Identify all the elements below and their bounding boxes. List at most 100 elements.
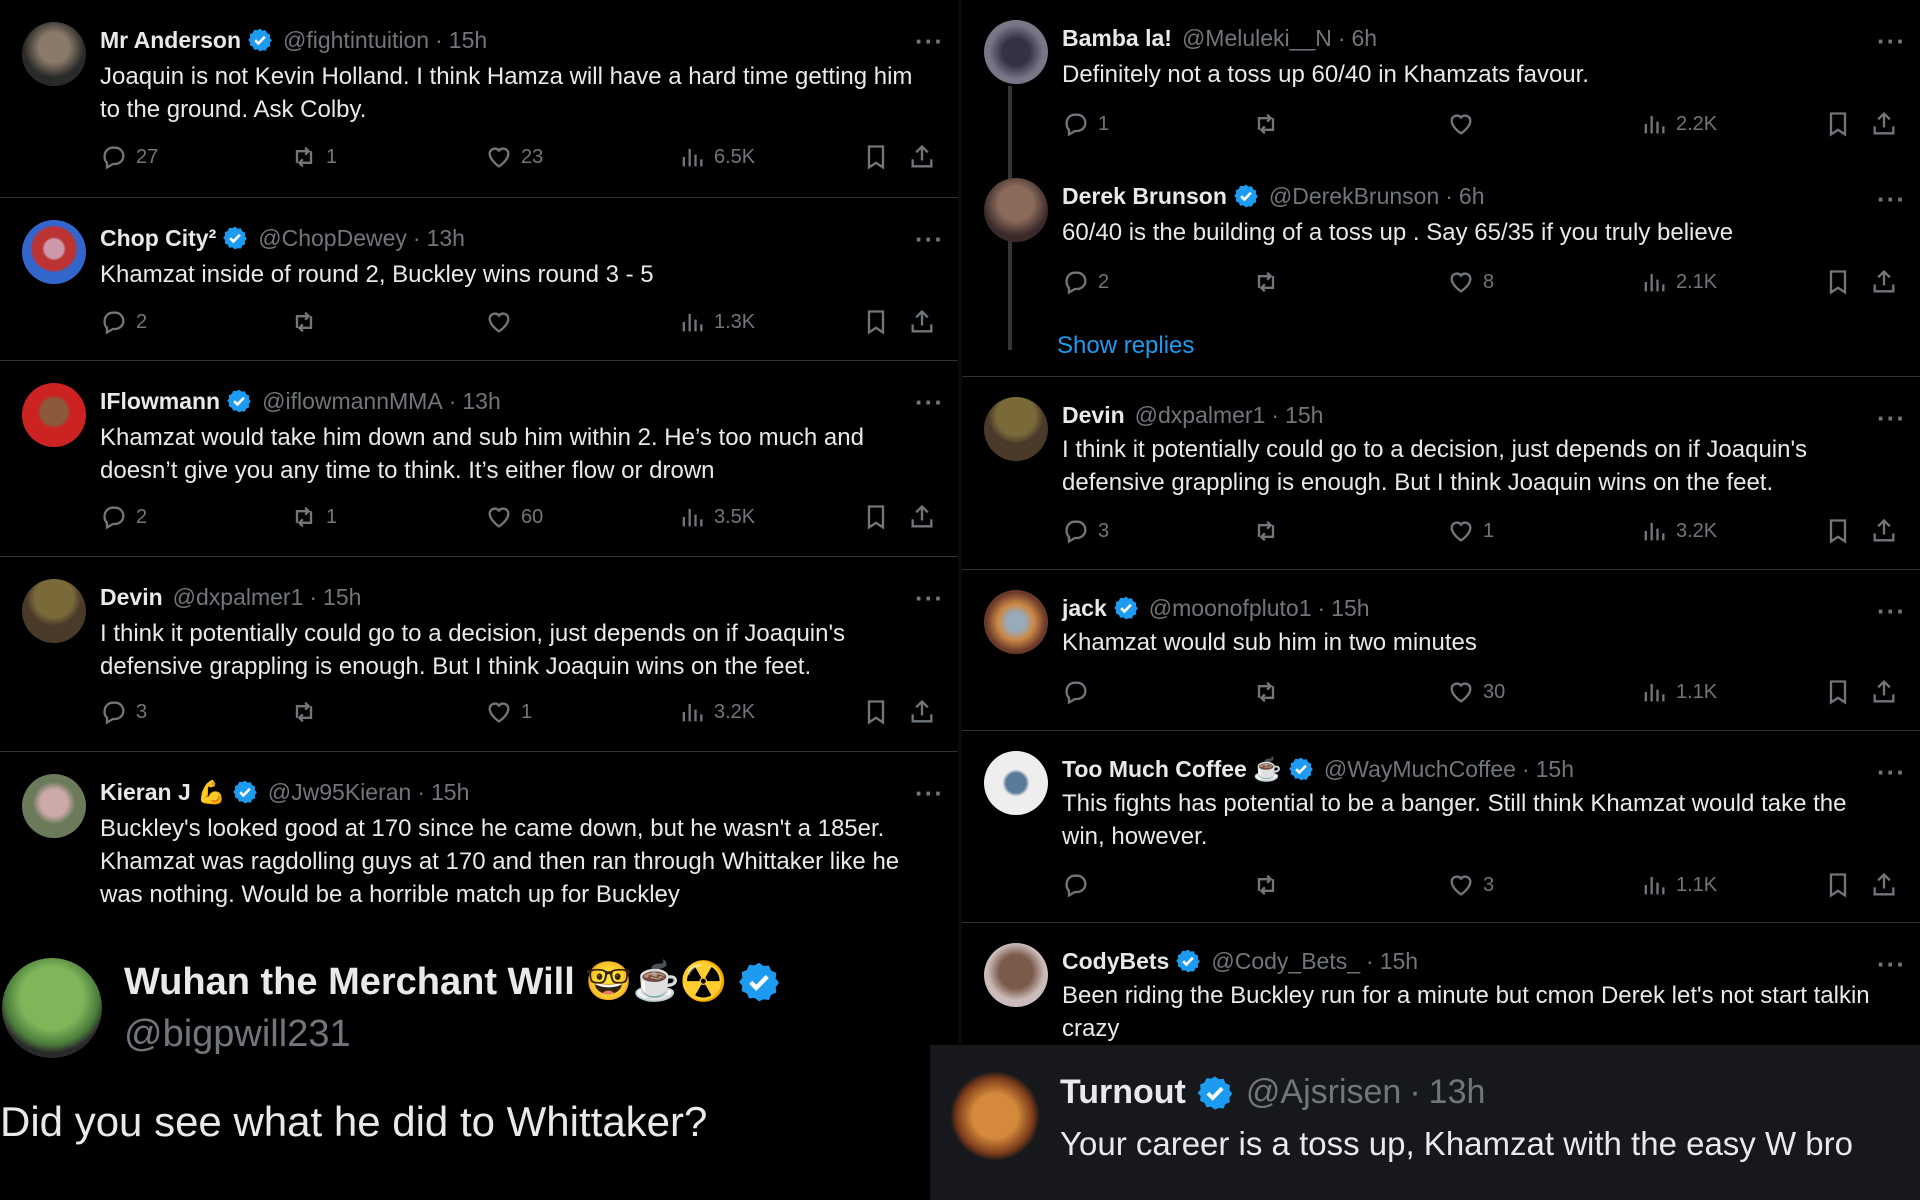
more-options-icon[interactable]: ···	[1877, 949, 1906, 980]
share-button[interactable]	[908, 503, 944, 531]
like-button[interactable]: 30	[1447, 678, 1505, 706]
views-button[interactable]: 1.1K	[1640, 871, 1717, 899]
author-name[interactable]: Turnout	[1060, 1073, 1186, 1112]
tweet[interactable]: Kieran J 💪 @Jw95Kieran · 15h ··· Buckley…	[0, 752, 958, 918]
author-handle[interactable]: @Cody_Bets_	[1211, 948, 1360, 975]
timestamp[interactable]: 13h	[1429, 1073, 1486, 1112]
retweet-button[interactable]	[1252, 678, 1288, 706]
more-options-icon[interactable]: ···	[1877, 596, 1906, 627]
share-button[interactable]	[1870, 678, 1906, 706]
reply-button[interactable]: 27	[100, 143, 158, 171]
retweet-button[interactable]: 1	[290, 503, 337, 531]
author-handle[interactable]: @dxpalmer1	[173, 584, 304, 611]
tweet[interactable]: Mr Anderson @fightintuition · 15h ··· Jo…	[0, 0, 958, 198]
more-options-icon[interactable]: ···	[1877, 757, 1906, 788]
avatar[interactable]	[22, 774, 86, 838]
timestamp[interactable]: 13h	[427, 225, 465, 252]
reply-button[interactable]	[1062, 871, 1098, 899]
views-button[interactable]: 3.2K	[1640, 517, 1717, 545]
avatar[interactable]	[2, 958, 102, 1058]
author-handle[interactable]: @DerekBrunson	[1269, 183, 1439, 210]
bookmark-button[interactable]	[862, 143, 898, 171]
reply-button[interactable]: 3	[100, 698, 147, 726]
views-button[interactable]: 3.2K	[678, 698, 755, 726]
timestamp[interactable]: 6h	[1352, 25, 1378, 52]
author-handle[interactable]: @WayMuchCoffee	[1324, 756, 1516, 783]
reply-button[interactable]: 2	[100, 308, 147, 336]
like-button[interactable]	[485, 308, 521, 336]
like-button[interactable]	[1447, 110, 1483, 138]
retweet-button[interactable]	[1252, 871, 1288, 899]
like-button[interactable]: 8	[1447, 268, 1494, 296]
timestamp[interactable]: 15h	[1285, 402, 1323, 429]
author-handle[interactable]: @dxpalmer1	[1135, 402, 1266, 429]
more-options-icon[interactable]: ···	[1877, 26, 1906, 57]
share-button[interactable]	[1870, 517, 1906, 545]
avatar[interactable]	[984, 751, 1048, 815]
author-name[interactable]: Bamba la!	[1062, 25, 1172, 52]
retweet-button[interactable]: 1	[290, 143, 337, 171]
tweet[interactable]: Too Much Coffee ☕ @WayMuchCoffee · 15h ·…	[962, 731, 1920, 923]
like-button[interactable]: 3	[1447, 871, 1494, 899]
tweet[interactable]: Bamba la! @Meluleki__N · 6h ··· Definite…	[962, 0, 1920, 158]
views-button[interactable]: 3.5K	[678, 503, 755, 531]
author-name[interactable]: Wuhan the Merchant Will 🤓☕☢️	[124, 960, 727, 1004]
author-name[interactable]: Too Much Coffee ☕	[1062, 756, 1282, 783]
author-name[interactable]: Devin	[100, 584, 163, 611]
retweet-button[interactable]	[1252, 517, 1288, 545]
more-options-icon[interactable]: ···	[915, 26, 944, 57]
timestamp[interactable]: 15h	[1331, 595, 1369, 622]
retweet-button[interactable]	[1252, 268, 1288, 296]
avatar[interactable]	[22, 579, 86, 643]
share-button[interactable]	[908, 698, 944, 726]
author-handle[interactable]: @Ajsrisen	[1246, 1073, 1401, 1112]
views-button[interactable]: 6.5K	[678, 143, 755, 171]
tweet[interactable]: Derek Brunson @DerekBrunson · 6h ··· 60/…	[962, 158, 1920, 377]
bookmark-button[interactable]	[1824, 110, 1860, 138]
author-handle[interactable]: @fightintuition	[283, 27, 429, 54]
more-options-icon[interactable]: ···	[915, 778, 944, 809]
highlighted-reply[interactable]: Turnout @Ajsrisen · 13h Your career is a…	[930, 1045, 1920, 1200]
avatar[interactable]	[22, 220, 86, 284]
reply-button[interactable]: 3	[1062, 517, 1109, 545]
bookmark-button[interactable]	[1824, 517, 1860, 545]
views-button[interactable]: 2.2K	[1640, 110, 1717, 138]
author-handle[interactable]: @Meluleki__N	[1182, 25, 1332, 52]
timestamp[interactable]: 15h	[431, 779, 469, 806]
reply-button[interactable]	[1062, 678, 1098, 706]
bookmark-button[interactable]	[862, 503, 898, 531]
reply-button[interactable]: 2	[1062, 268, 1109, 296]
like-button[interactable]: 1	[1447, 517, 1494, 545]
bookmark-button[interactable]	[1824, 678, 1860, 706]
timestamp[interactable]: 15h	[1536, 756, 1574, 783]
author-handle[interactable]: @bigpwill231	[124, 1013, 351, 1056]
retweet-button[interactable]	[290, 698, 326, 726]
tweet[interactable]: Devin @dxpalmer1 · 15h ··· I think it po…	[962, 377, 1920, 570]
timestamp[interactable]: 6h	[1459, 183, 1485, 210]
reply-button[interactable]: 2	[100, 503, 147, 531]
tweet[interactable]: Chop City² @ChopDewey · 13h ··· Khamzat …	[0, 198, 958, 361]
author-name[interactable]: Devin	[1062, 402, 1125, 429]
tweet[interactable]: Devin @dxpalmer1 · 15h ··· I think it po…	[0, 557, 958, 752]
avatar[interactable]	[950, 1071, 1040, 1161]
bookmark-button[interactable]	[1824, 268, 1860, 296]
share-button[interactable]	[908, 308, 944, 336]
author-name[interactable]: jack	[1062, 595, 1107, 622]
timestamp[interactable]: 15h	[1380, 948, 1418, 975]
retweet-button[interactable]	[290, 308, 326, 336]
bookmark-button[interactable]	[1824, 871, 1860, 899]
timestamp[interactable]: 15h	[323, 584, 361, 611]
avatar[interactable]	[984, 178, 1048, 242]
timestamp[interactable]: 13h	[462, 388, 500, 415]
avatar[interactable]	[984, 20, 1048, 84]
author-name[interactable]: Mr Anderson	[100, 27, 241, 54]
author-name[interactable]: Kieran J 💪	[100, 779, 226, 806]
share-button[interactable]	[1870, 110, 1906, 138]
author-handle[interactable]: @ChopDewey	[258, 225, 407, 252]
more-options-icon[interactable]: ···	[1877, 184, 1906, 215]
avatar[interactable]	[22, 22, 86, 86]
share-button[interactable]	[1870, 268, 1906, 296]
show-replies-link[interactable]: Show replies	[1057, 332, 1194, 360]
bookmark-button[interactable]	[862, 308, 898, 336]
more-options-icon[interactable]: ···	[915, 583, 944, 614]
